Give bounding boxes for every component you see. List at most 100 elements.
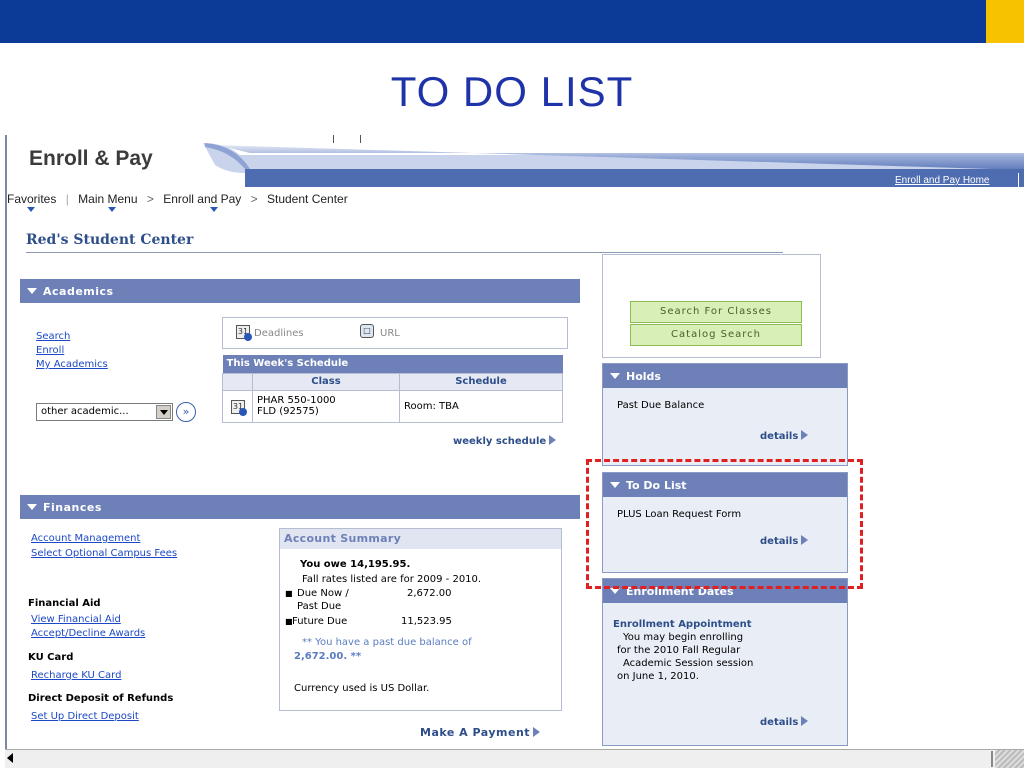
- app-title: Enroll & Pay: [29, 147, 153, 170]
- scroll-left-arrow-icon[interactable]: [7, 753, 13, 763]
- breadcrumb-student-center[interactable]: Student Center: [267, 192, 348, 206]
- collapse-triangle-icon: [610, 373, 620, 379]
- calendar-info-icon[interactable]: 31: [231, 399, 247, 416]
- recharge-ku-card-link[interactable]: Recharge KU Card: [31, 670, 121, 681]
- slide-accent-block: [986, 0, 1024, 43]
- slide-title: TO DO LIST: [390, 68, 634, 115]
- enroll-link[interactable]: Enroll: [36, 345, 64, 356]
- set-up-direct-deposit-link[interactable]: Set Up Direct Deposit: [31, 711, 139, 722]
- holds-header[interactable]: Holds: [603, 364, 847, 388]
- student-center-title: Red's Student Center: [26, 232, 194, 248]
- app-header-band: [203, 143, 1024, 187]
- slide-top-bar: [0, 0, 1024, 43]
- holds-details-link[interactable]: details: [760, 430, 809, 442]
- play-arrow-icon: [533, 727, 541, 737]
- schedule-cell: Room: TBA: [399, 389, 563, 423]
- academics-header[interactable]: Academics: [20, 279, 580, 303]
- breadcrumb-main-menu[interactable]: Main Menu: [78, 192, 137, 206]
- todo-highlight-box: [586, 459, 863, 589]
- make-payment-link[interactable]: Make A Payment: [420, 726, 541, 739]
- account-summary-box: Account Summary You owe 14,195.95. Fall …: [279, 528, 562, 711]
- search-link[interactable]: Search: [36, 331, 70, 342]
- breadcrumb: Favorites | Main Menu > Enroll and Pay >…: [7, 192, 348, 206]
- breadcrumb-enroll-and-pay[interactable]: Enroll and Pay: [163, 192, 241, 206]
- enrollment-line: on June 1, 2010.: [617, 671, 699, 682]
- enrollment-line: for the 2010 Fall Regular: [617, 645, 741, 656]
- screenshot-frame: Enroll & Pay Enroll and Pay Home Favorit…: [5, 135, 1024, 768]
- scroll-track-end: [991, 751, 993, 767]
- dropdown-value: other academic...: [41, 406, 129, 417]
- class-section: FLD (92575): [257, 406, 319, 417]
- collapse-triangle-icon: [27, 504, 37, 510]
- weekly-schedule-link[interactable]: weekly schedule: [453, 435, 557, 447]
- enrollment-line: Academic Session session: [623, 658, 754, 669]
- weekly-schedule-label: weekly schedule: [453, 436, 547, 447]
- breadcrumb-divider: |: [65, 192, 69, 206]
- enrollment-dates-panel: Enrollment Dates Enrollment Appointment …: [602, 578, 848, 746]
- horizontal-scrollbar[interactable]: [5, 749, 1024, 768]
- currency-note: Currency used is US Dollar.: [294, 683, 430, 694]
- past-due-warning-line2: 2,672.00. **: [294, 651, 362, 662]
- account-management-link[interactable]: Account Management: [31, 533, 140, 544]
- bullet-icon: ■: [285, 589, 293, 598]
- class-code: PHAR 550-1000: [257, 395, 336, 406]
- table-row: 31 PHAR 550-1000 FLD (92575) Room: TBA: [222, 389, 563, 423]
- weekly-schedule-table: This Week's Schedule Class Schedule 31 P…: [222, 355, 563, 423]
- past-due-warning-line1: ** You have a past due balance of: [302, 637, 472, 648]
- title-divider: [26, 252, 783, 253]
- select-optional-fees-link[interactable]: Select Optional Campus Fees: [31, 548, 177, 559]
- url-link[interactable]: URL: [380, 328, 400, 339]
- resize-grip[interactable]: [995, 750, 1024, 768]
- deadlines-link[interactable]: Deadlines: [254, 328, 304, 339]
- table-header-schedule: Schedule: [399, 372, 563, 391]
- amount-owed: You owe 14,195.95.: [300, 559, 411, 570]
- enrollment-details-link[interactable]: details: [760, 716, 809, 728]
- due-now-label: Due Now /: [297, 588, 349, 599]
- dropdown-arrow-icon[interactable]: [27, 207, 35, 212]
- table-header-class: Class: [252, 372, 400, 391]
- future-due-label: Future Due: [292, 616, 348, 627]
- holds-item: Past Due Balance: [617, 400, 705, 411]
- url-globe-icon[interactable]: □: [360, 324, 374, 338]
- rates-note: Fall rates listed are for 2009 - 2010.: [302, 574, 482, 585]
- future-due-amount: 11,523.95: [401, 616, 452, 627]
- header-separator: [1018, 173, 1019, 187]
- account-summary-header: Account Summary: [280, 529, 561, 549]
- other-academic-dropdown[interactable]: other academic...: [36, 403, 173, 421]
- go-button[interactable]: »: [176, 402, 196, 422]
- financial-aid-heading: Financial Aid: [28, 598, 101, 609]
- dropdown-arrow-icon[interactable]: [156, 405, 171, 419]
- details-label: details: [760, 717, 799, 728]
- ku-card-heading: KU Card: [28, 652, 74, 663]
- catalog-search-button[interactable]: Catalog Search: [630, 324, 802, 346]
- breadcrumb-favorites[interactable]: Favorites: [7, 192, 56, 206]
- search-for-classes-button[interactable]: Search For Classes: [630, 301, 802, 323]
- holds-header-label: Holds: [626, 370, 661, 383]
- schedule-caption: This Week's Schedule: [222, 355, 563, 373]
- dropdown-arrow-icon[interactable]: [108, 207, 116, 212]
- table-header-blank: [222, 372, 253, 391]
- details-label: details: [760, 431, 799, 442]
- enrollment-appointment-heading: Enrollment Appointment: [613, 619, 752, 630]
- app-header: [5, 135, 1024, 187]
- deadlines-url-bar: 31 Deadlines □ URL: [222, 317, 568, 349]
- calendar-info-icon[interactable]: 31: [236, 325, 252, 341]
- class-search-box: Search For Classes Catalog Search: [602, 254, 821, 358]
- due-now-amount: 2,672.00: [407, 588, 452, 599]
- finances-header-label: Finances: [43, 501, 102, 514]
- finances-header[interactable]: Finances: [20, 495, 580, 519]
- play-arrow-icon: [801, 716, 809, 726]
- class-icon-cell: 31: [222, 389, 253, 423]
- class-cell: PHAR 550-1000 FLD (92575): [252, 389, 400, 423]
- direct-deposit-heading: Direct Deposit of Refunds: [28, 693, 174, 704]
- collapse-triangle-icon: [27, 288, 37, 294]
- chevron-right-icon: >: [250, 192, 258, 206]
- holds-panel: Holds Past Due Balance details: [602, 363, 848, 466]
- my-academics-link[interactable]: My Academics: [36, 359, 108, 370]
- enroll-pay-home-link[interactable]: Enroll and Pay Home: [895, 175, 990, 186]
- dropdown-arrow-icon[interactable]: [210, 207, 218, 212]
- enrollment-line: You may begin enrolling: [623, 632, 744, 643]
- accept-decline-awards-link[interactable]: Accept/Decline Awards: [31, 628, 145, 639]
- academics-header-label: Academics: [43, 285, 114, 298]
- view-financial-aid-link[interactable]: View Financial Aid: [31, 614, 121, 625]
